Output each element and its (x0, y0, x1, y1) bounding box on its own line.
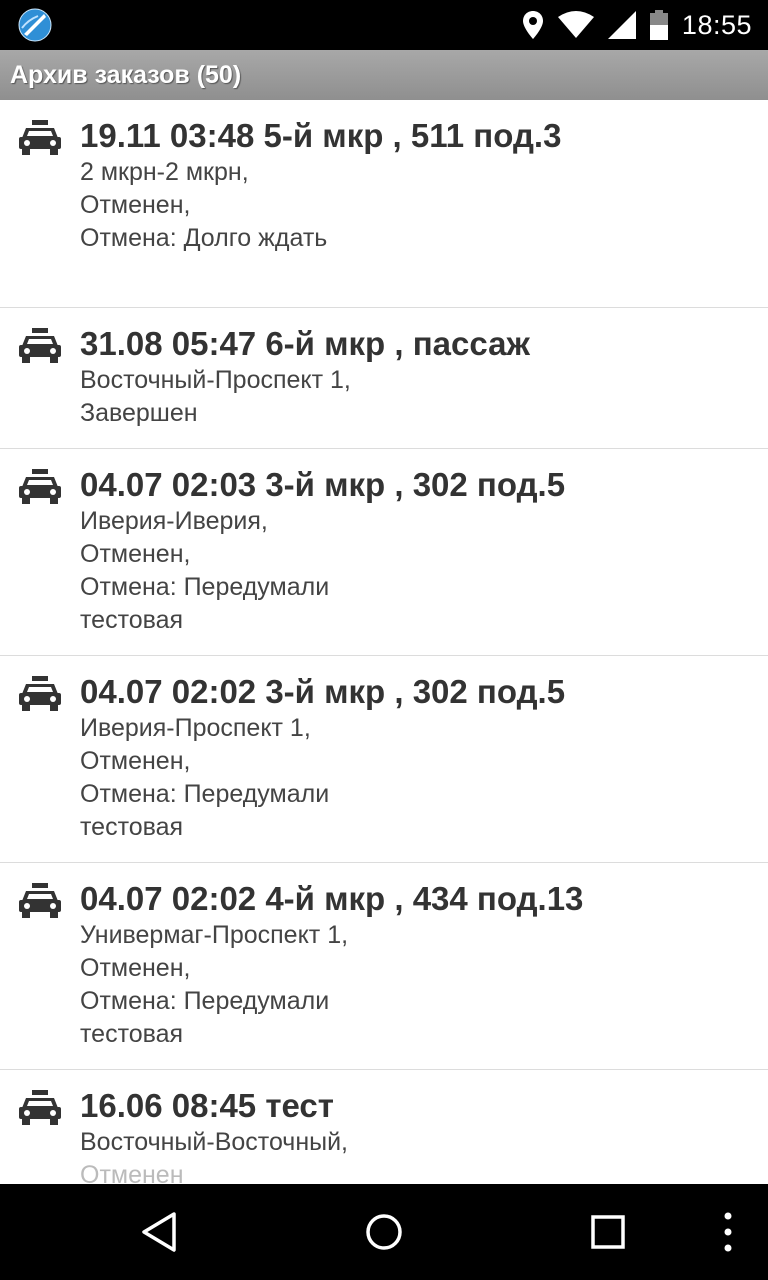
order-note: тестовая (80, 813, 184, 841)
order-status: Отменен (80, 1161, 184, 1184)
order-cancel-reason: Отмена: Передумали (80, 987, 330, 1015)
order-title: 04.07 02:02 3-й мкр , 302 под.5 (80, 673, 566, 710)
order-note: тестовая (80, 606, 184, 634)
taxi-icon (19, 328, 61, 363)
home-icon[interactable] (358, 1206, 410, 1258)
page-title: Архив заказов (50) (10, 60, 242, 89)
order-title: 04.07 02:02 4-й мкр , 434 под.13 (80, 880, 584, 917)
title-bar: Архив заказов (50) (0, 50, 768, 100)
back-icon[interactable] (134, 1206, 186, 1258)
order-status: Завершен (80, 399, 198, 427)
cell-signal-icon (607, 11, 636, 39)
order-status: Отменен, (80, 954, 191, 982)
orders-list[interactable]: 19.11 03:48 5-й мкр , 511 под.3 2 мкрн-2… (0, 100, 768, 1184)
taxi-icon (19, 883, 61, 918)
order-cancel-reason: Отмена: Передумали (80, 780, 330, 808)
order-item[interactable]: 19.11 03:48 5-й мкр , 511 под.3 2 мкрн-2… (0, 100, 768, 308)
order-item[interactable]: 04.07 02:03 3-й мкр , 302 под.5 Иверия-И… (0, 449, 768, 656)
order-cancel-reason: Отмена: Передумали (80, 573, 330, 601)
taxi-icon (19, 469, 61, 504)
order-route: Восточный-Восточный, (80, 1128, 349, 1156)
taxi-icon (19, 676, 61, 711)
order-item[interactable]: 31.08 05:47 6-й мкр , пассаж Восточный-П… (0, 308, 768, 449)
order-title: 04.07 02:03 3-й мкр , 302 под.5 (80, 466, 566, 503)
order-status: Отменен, (80, 540, 191, 568)
order-route: Универмаг-Проспект 1, (80, 921, 349, 949)
order-route: Восточный-Проспект 1, (80, 366, 351, 394)
navigation-bar (0, 1184, 768, 1280)
battery-icon (649, 10, 668, 40)
order-title: 16.06 08:45 тест (80, 1087, 334, 1124)
order-route: Иверия-Проспект 1, (80, 714, 311, 742)
location-pin-icon (522, 11, 543, 39)
order-item[interactable]: 04.07 02:02 4-й мкр , 434 под.13 Универм… (0, 863, 768, 1070)
recents-icon[interactable] (582, 1206, 634, 1258)
order-item[interactable]: 16.06 08:45 тест Восточный-Восточный, От… (0, 1070, 768, 1184)
order-route: Иверия-Иверия, (80, 507, 268, 535)
status-bar: 18:55 (0, 0, 768, 50)
overflow-menu-icon[interactable] (702, 1206, 754, 1258)
order-item[interactable]: 04.07 02:02 3-й мкр , 302 под.5 Иверия-П… (0, 656, 768, 863)
order-cancel-reason: Отмена: Долго ждать (80, 224, 328, 252)
order-status: Отменен, (80, 747, 191, 775)
order-note: тестовая (80, 1020, 184, 1048)
taxi-icon (19, 120, 61, 155)
order-status: Отменен, (80, 191, 191, 219)
taxi-icon (19, 1090, 61, 1125)
app-logo-icon (18, 8, 52, 42)
wifi-icon (557, 11, 594, 38)
order-title: 19.11 03:48 5-й мкр , 511 под.3 (80, 117, 562, 154)
order-route: 2 мкрн-2 мкрн, (80, 158, 249, 186)
status-time: 18:55 (681, 9, 752, 40)
order-title: 31.08 05:47 6-й мкр , пассаж (80, 325, 530, 362)
